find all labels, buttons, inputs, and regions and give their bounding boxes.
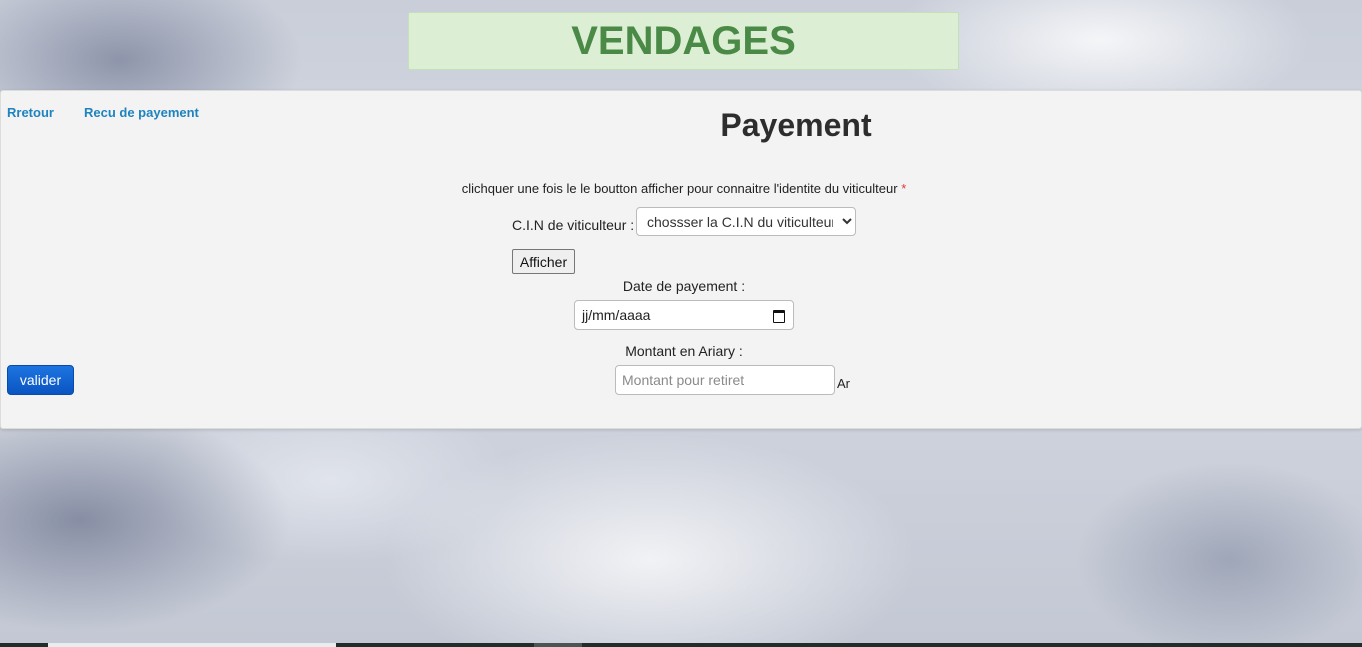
back-link[interactable]: Rretour (7, 105, 54, 120)
valider-button[interactable]: valider (7, 365, 74, 395)
required-mark: * (901, 181, 907, 196)
payment-panel: Rretour Recu de payement Payement clichq… (0, 90, 1362, 429)
instruction-text: clichquer une fois le le boutton affiche… (384, 181, 984, 196)
date-input[interactable]: jj/mm/aaaa (574, 300, 794, 330)
instruction-label: clichquer une fois le le boutton affiche… (461, 181, 898, 196)
montant-input[interactable] (615, 365, 835, 395)
taskbar-item[interactable] (48, 643, 336, 647)
date-label: Date de payement : (622, 278, 746, 294)
montant-label: Montant en Ariary : (625, 343, 743, 359)
cin-select[interactable]: chossser la C.I.N du viticulteur (636, 207, 856, 236)
taskbar (0, 643, 1362, 647)
cin-label: C.I.N de viticulteur : (512, 217, 635, 233)
brand-title: VENDAGES (571, 18, 796, 63)
taskbar-item[interactable] (534, 643, 582, 647)
page-title-wrap: Payement (621, 107, 971, 144)
brand-banner: VENDAGES (408, 12, 959, 70)
page-title: Payement (720, 107, 872, 143)
currency-unit: Ar (837, 376, 850, 391)
date-placeholder: jj/mm/aaaa (582, 307, 651, 323)
afficher-button[interactable]: Afficher (512, 249, 575, 274)
receipt-link[interactable]: Recu de payement (84, 105, 199, 120)
calendar-icon[interactable] (773, 309, 785, 323)
